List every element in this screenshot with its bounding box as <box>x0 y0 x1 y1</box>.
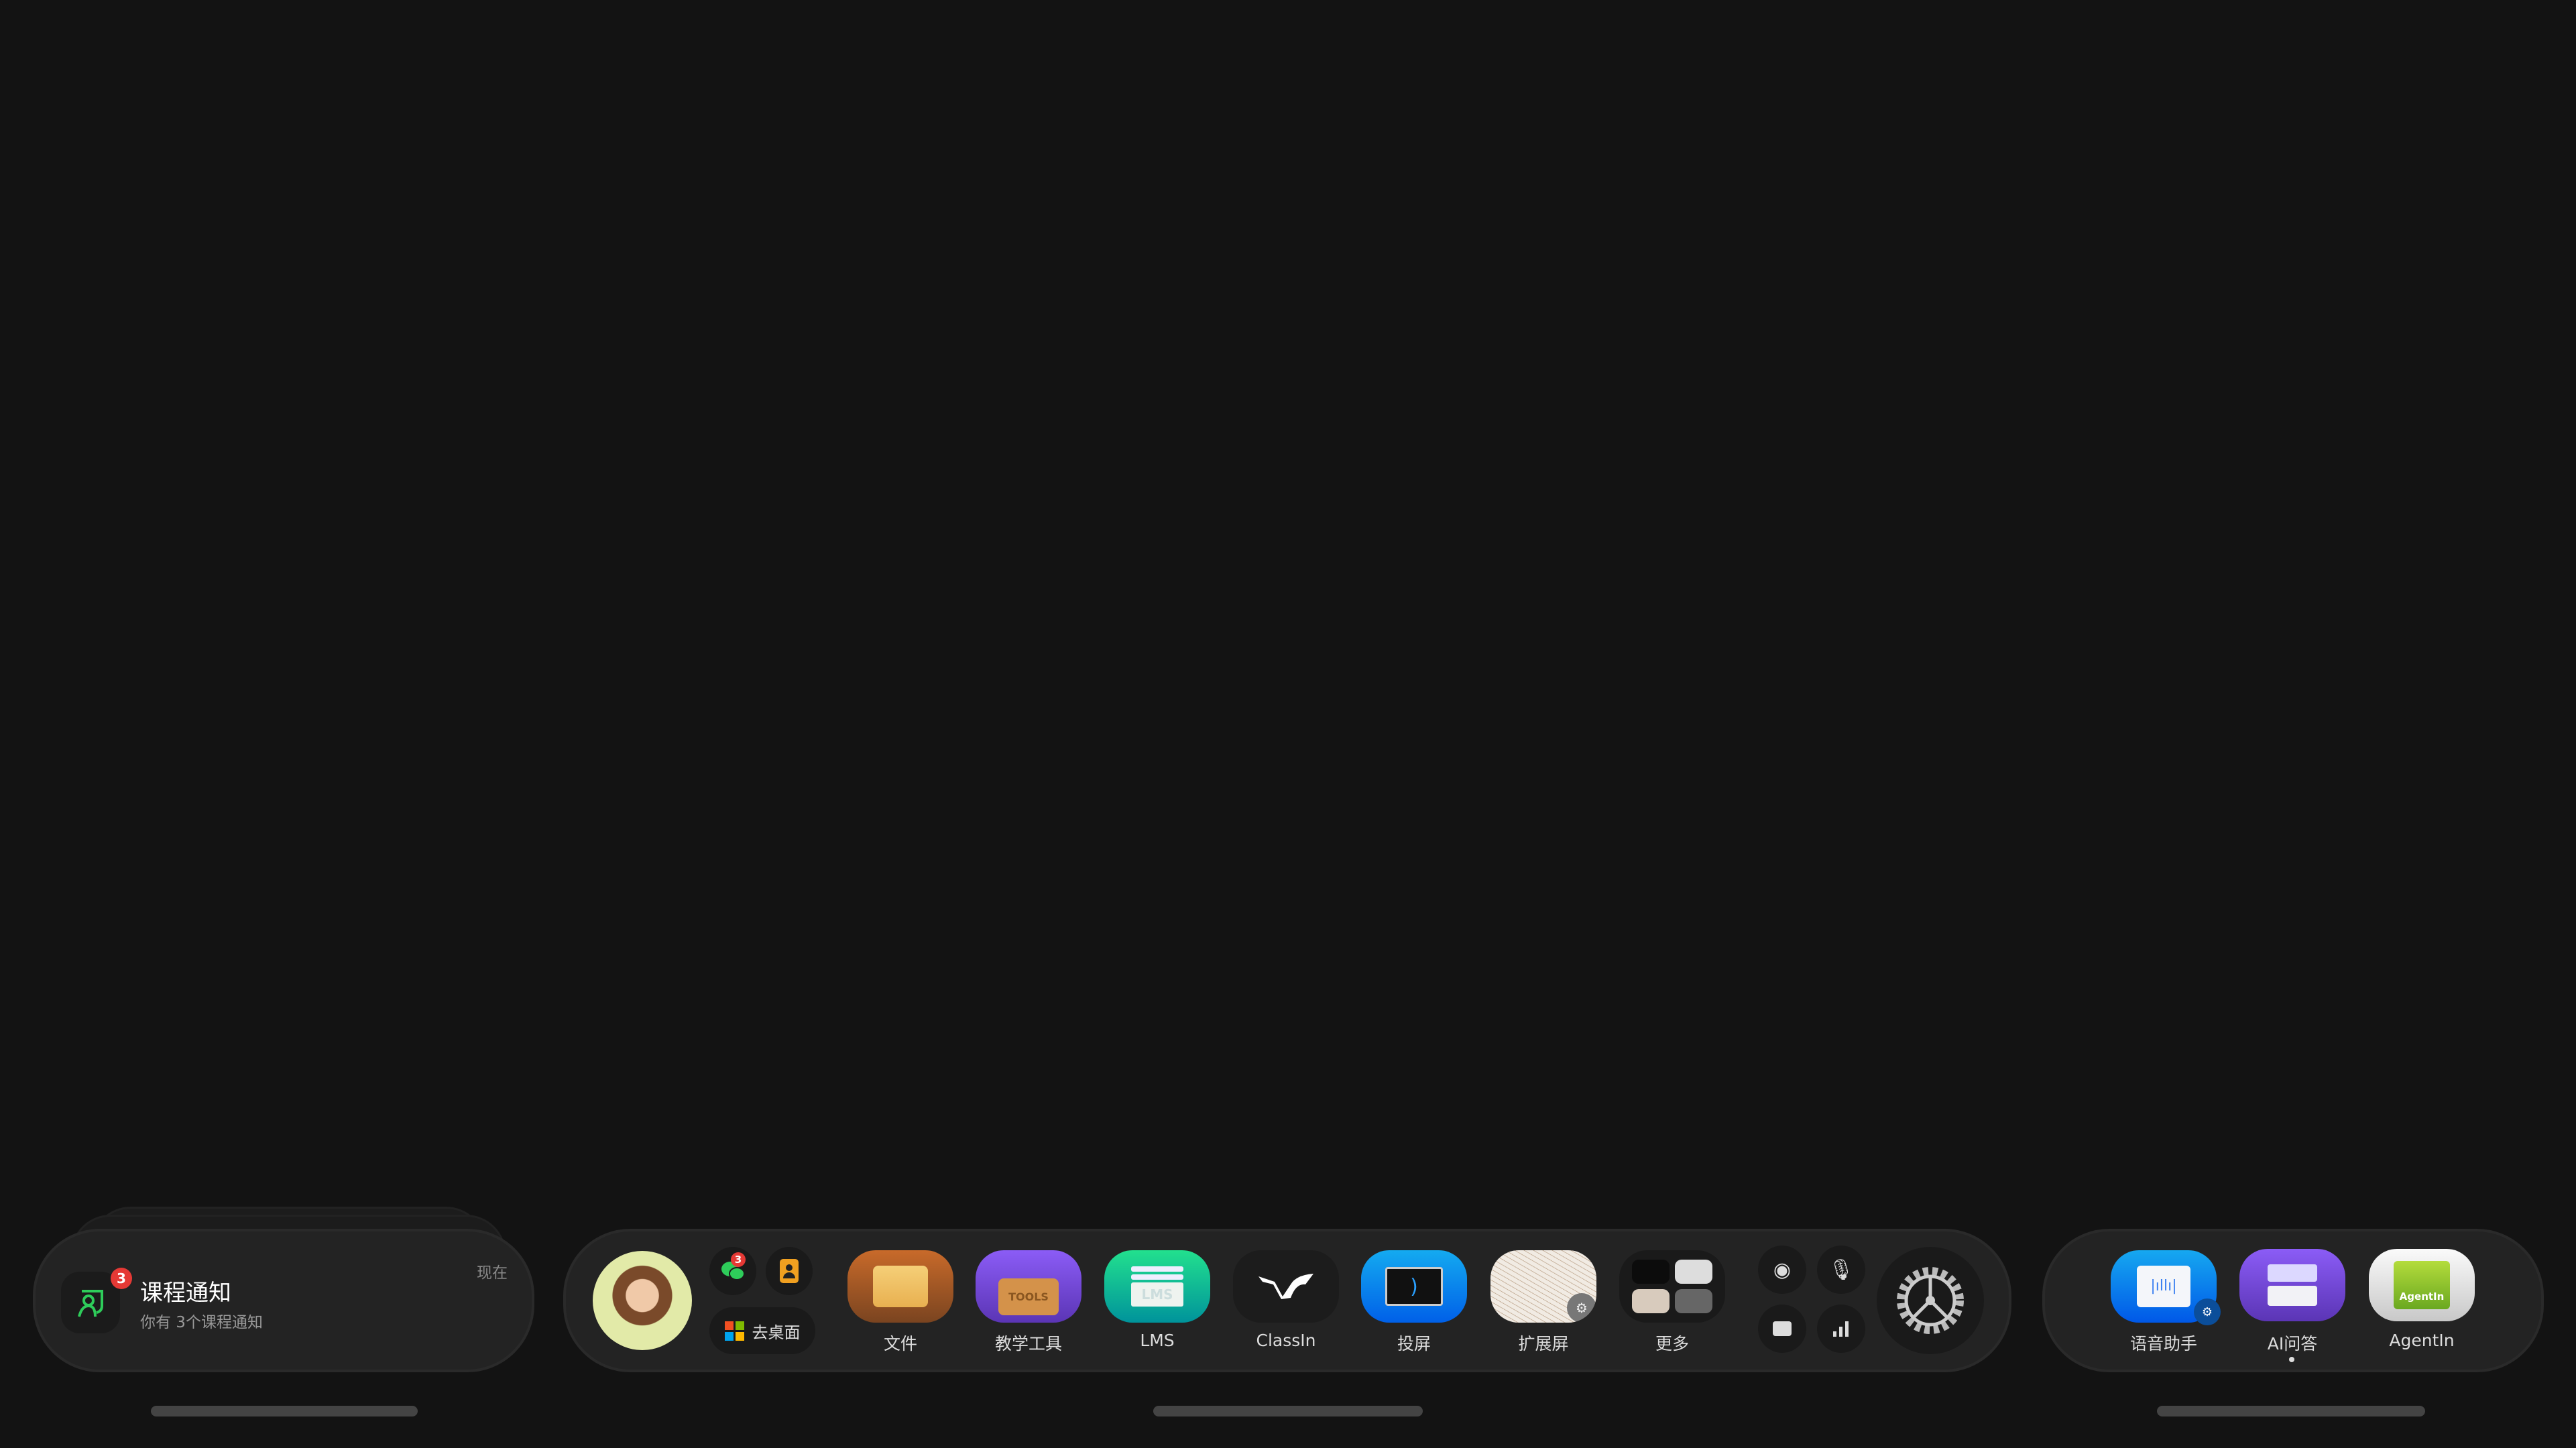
more-apps-icon <box>1632 1260 1670 1284</box>
app-agentin-label: AgentIn <box>2389 1331 2455 1350</box>
app-files[interactable] <box>847 1250 953 1323</box>
voice-assistant-icon: |ıllı| <box>2137 1266 2190 1307</box>
active-app-dot <box>2289 1357 2294 1362</box>
notification-badge: 3 <box>111 1268 132 1289</box>
microphone-button[interactable]: 🎙︎ <box>1817 1246 1865 1294</box>
app-classin-label: ClassIn <box>1256 1331 1316 1350</box>
signal-icon <box>1833 1321 1849 1337</box>
teacher-icon <box>78 1290 103 1317</box>
windows-logo-icon <box>724 1321 744 1341</box>
signal-button[interactable] <box>1817 1305 1865 1353</box>
app-lms-label: LMS <box>1140 1331 1175 1350</box>
wechat-badge: 3 <box>731 1252 746 1267</box>
video-button[interactable] <box>1758 1305 1806 1353</box>
microphone-icon: 🎙︎ <box>1828 1258 1855 1282</box>
app-screen-cast-label: 投屏 <box>1397 1334 1431 1353</box>
app-more-label: 更多 <box>1655 1334 1689 1353</box>
contacts-button[interactable] <box>766 1247 813 1295</box>
app-extended-screen[interactable]: ⚙ <box>1490 1250 1596 1323</box>
go-to-desktop-label: 去桌面 <box>752 1323 801 1342</box>
screen-cast-icon: ) <box>1385 1267 1443 1306</box>
notification-time: 现在 <box>477 1264 508 1282</box>
settings-gear-icon <box>1897 1267 1964 1334</box>
camera-icon: ◉ <box>1773 1258 1792 1282</box>
extended-screen-icon: ⚙ <box>1567 1293 1596 1323</box>
app-ai-qa-label: AI问答 <box>2267 1334 2318 1353</box>
notification-title: 课程通知 <box>140 1280 231 1307</box>
home-indicator-left[interactable] <box>151 1406 418 1416</box>
app-voice-assistant-label: 语音助手 <box>2129 1334 2197 1353</box>
app-classin[interactable] <box>1233 1250 1339 1323</box>
home-indicator-center[interactable] <box>1153 1406 1423 1416</box>
app-voice-assistant[interactable]: |ıllı| ⚙ <box>2111 1250 2221 1325</box>
notification-subtitle: 你有 3个课程通知 <box>140 1314 263 1331</box>
notification-card[interactable]: 3 课程通知 你有 3个课程通知 现在 <box>33 1229 534 1372</box>
app-agentin[interactable]: AgentIn <box>2369 1249 2475 1321</box>
app-ai-qa[interactable] <box>2239 1249 2345 1321</box>
video-icon <box>1773 1321 1792 1336</box>
app-more[interactable] <box>1619 1250 1725 1323</box>
app-lms[interactable]: LMS <box>1104 1250 1210 1323</box>
app-teaching-tools-label: 教学工具 <box>994 1334 1062 1353</box>
app-extended-screen-label: 扩展屏 <box>1518 1334 1569 1353</box>
folder-icon <box>873 1266 928 1307</box>
voice-settings-badge-icon: ⚙ <box>2194 1299 2221 1325</box>
app-files-label: 文件 <box>883 1334 917 1353</box>
classin-logo-icon <box>1258 1274 1313 1299</box>
settings-button[interactable] <box>1877 1247 1984 1354</box>
contacts-icon <box>780 1259 799 1283</box>
go-to-desktop-button[interactable]: 去桌面 <box>709 1307 815 1354</box>
tools-icon: TOOLS <box>998 1278 1059 1315</box>
app-teaching-tools[interactable]: TOOLS <box>976 1250 1081 1323</box>
app-screen-cast[interactable]: ) <box>1361 1250 1467 1323</box>
lms-icon: LMS <box>1131 1282 1183 1307</box>
user-avatar[interactable] <box>593 1251 692 1350</box>
camera-button[interactable]: ◉ <box>1758 1246 1806 1294</box>
ai-qa-icon <box>2268 1264 2317 1282</box>
home-indicator-right[interactable] <box>2157 1406 2425 1416</box>
agentin-icon: AgentIn <box>2394 1261 2450 1309</box>
